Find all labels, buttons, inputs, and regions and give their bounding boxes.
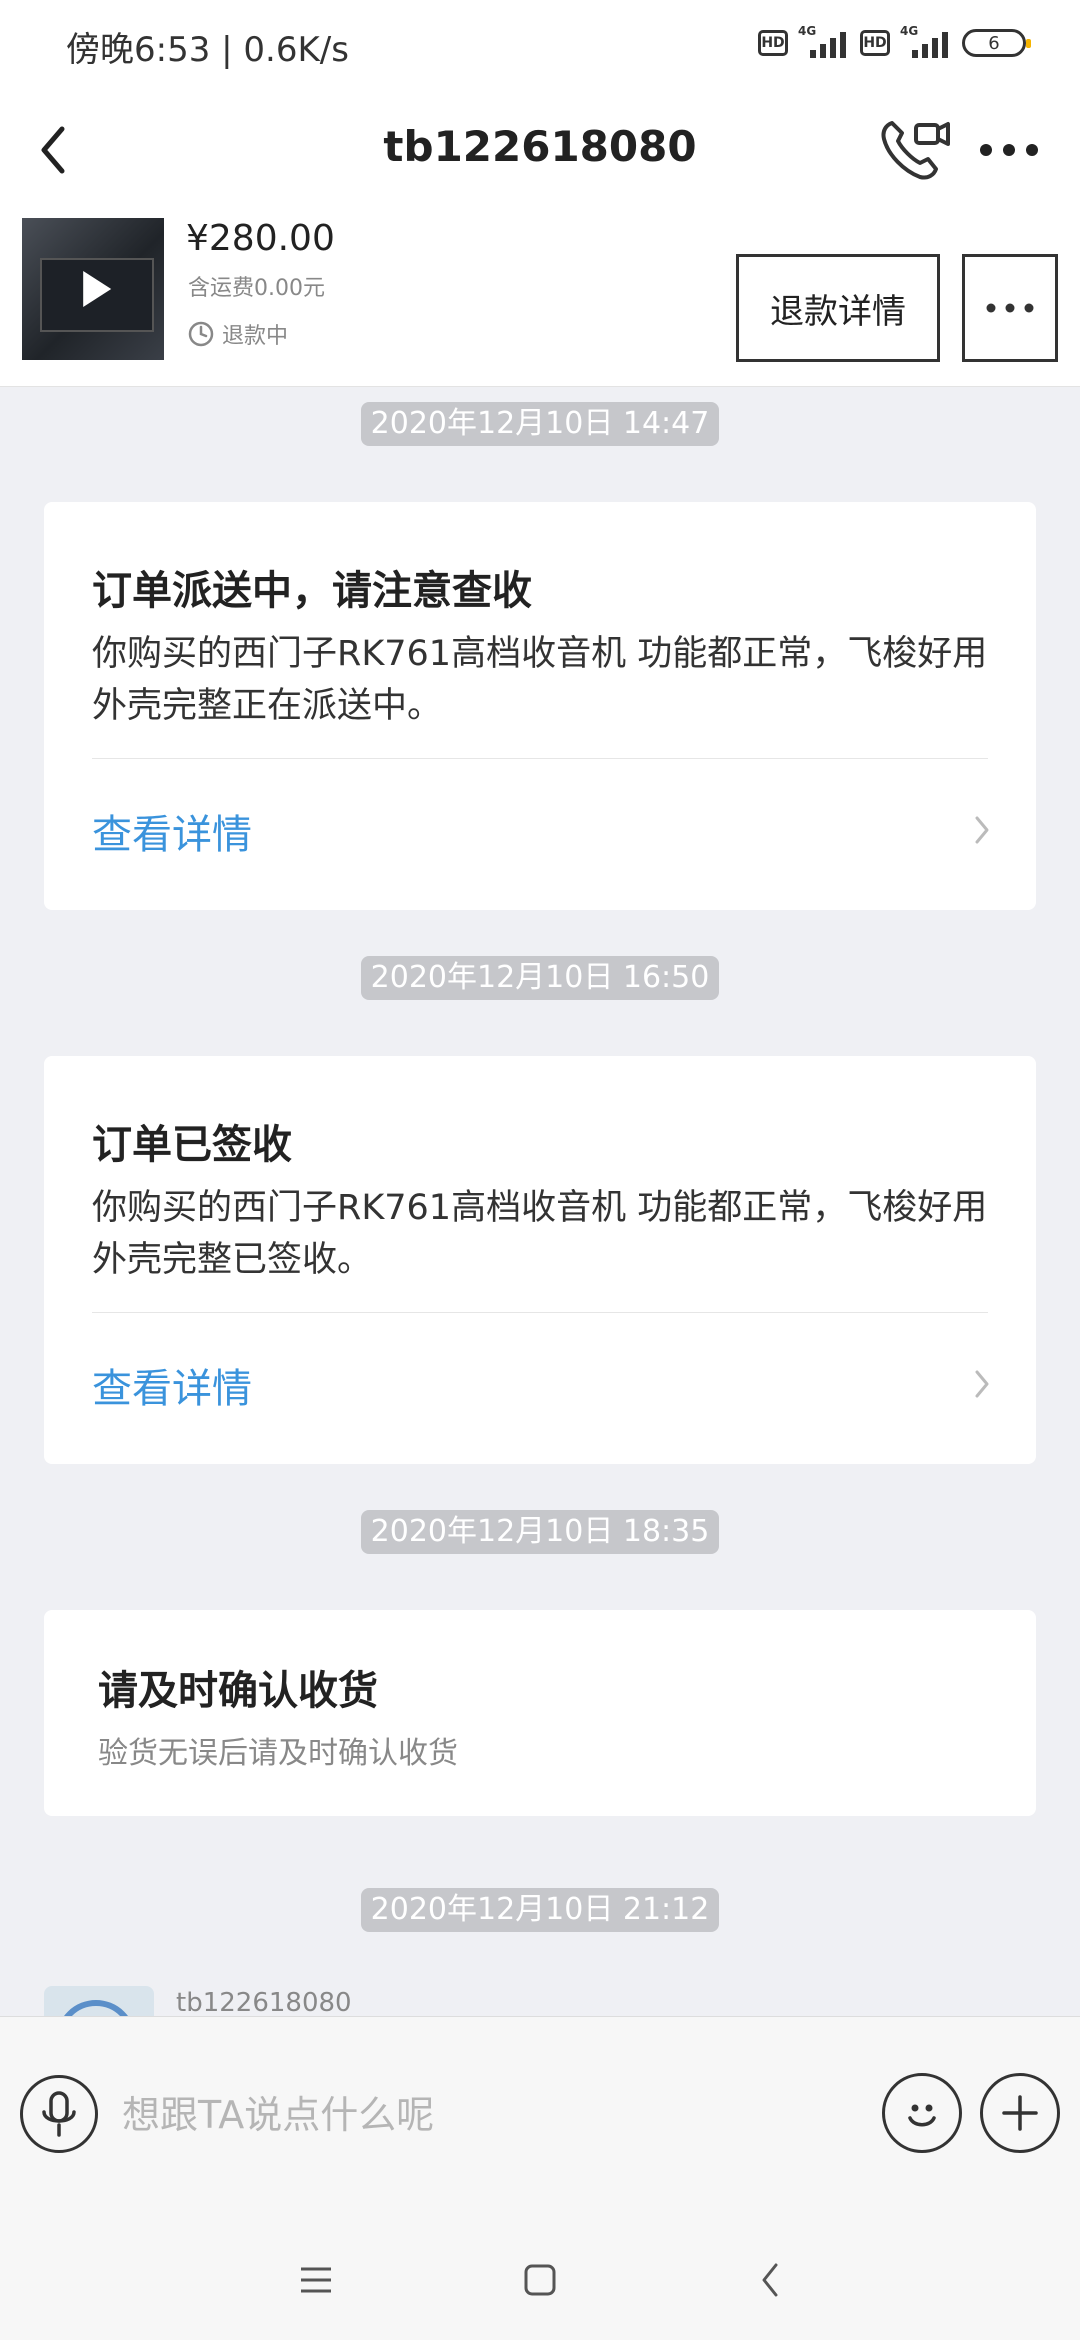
status-bar: 傍晚6:53 | 0.6K/s HD 4G HD 4G 6 <box>0 0 1080 86</box>
more-dots-icon <box>986 303 1034 313</box>
avatar[interactable] <box>44 1986 154 2016</box>
card-body: 你购买的西门子RK761高档收音机 功能都正常，飞梭好用 外壳完整正在派送中。 <box>92 634 988 726</box>
view-details-link[interactable]: 查看详情 <box>92 1356 252 1414</box>
card-body: 你购买的西门子RK761高档收音机 功能都正常，飞梭好用 外壳完整已签收。 <box>92 1188 988 1280</box>
hd-badge: HD <box>758 30 788 56</box>
order-card: 订单已签收 你购买的西门子RK761高档收音机 功能都正常，飞梭好用 外壳完整已… <box>44 1056 1036 1464</box>
signal-icon: 4G <box>900 24 952 60</box>
chevron-right-icon[interactable] <box>972 1366 992 1402</box>
card-title: 订单已签收 <box>92 1122 292 1168</box>
refund-details-button[interactable]: 退款详情 <box>736 254 940 362</box>
timestamp-text: 2020年12月10日 14:47 <box>360 402 720 446</box>
product-summary: ¥280.00 含运费0.00元 退款中 退款详情 <box>0 218 1080 387</box>
timestamp-text: 2020年12月10日 18:35 <box>360 1510 720 1554</box>
menu-icon[interactable] <box>286 2250 346 2310</box>
timestamp-text: 2020年12月10日 16:50 <box>360 956 720 1000</box>
timestamp: 2020年12月10日 18:35 <box>0 1510 1080 1554</box>
card-title: 请及时确认收货 <box>98 1668 378 1714</box>
timestamp: 2020年12月10日 21:12 <box>0 1888 1080 1932</box>
sender-name: tb122618080 <box>176 1988 352 2018</box>
order-card: 订单派送中，请注意查收 你购买的西门子RK761高档收音机 功能都正常，飞梭好用… <box>44 502 1036 910</box>
card-title: 订单派送中，请注意查收 <box>92 568 532 614</box>
battery-level: 6 <box>988 32 1000 54</box>
network-type: 4G <box>900 24 919 38</box>
more-dots-icon[interactable] <box>974 120 1044 180</box>
divider <box>92 1312 988 1313</box>
card-subtitle: 验货无误后请及时确认收货 <box>98 1736 458 1771</box>
signal-icon: 4G <box>798 24 850 60</box>
status-time: 傍晚6:53 | 0.6K/s <box>66 30 349 70</box>
hd-badge: HD <box>860 30 890 56</box>
product-video-thumbnail[interactable] <box>22 218 164 360</box>
product-price: ¥280.00 <box>186 218 335 259</box>
network-type: 4G <box>798 24 817 38</box>
refund-status: 退款中 <box>188 318 288 350</box>
back-icon[interactable] <box>740 2250 800 2310</box>
system-navigation-bar <box>0 2210 1080 2340</box>
battery-icon: 6 <box>962 29 1031 57</box>
confirm-receipt-card[interactable]: 请及时确认收货 验货无误后请及时确认收货 <box>44 1610 1036 1816</box>
chat-header: tb122618080 <box>0 86 1080 218</box>
clock-icon <box>188 321 214 347</box>
timestamp: 2020年12月10日 16:50 <box>0 956 1080 1000</box>
refund-status-text: 退款中 <box>222 324 289 349</box>
emoji-icon[interactable] <box>882 2073 962 2153</box>
view-details-link[interactable]: 查看详情 <box>92 802 252 860</box>
message-input[interactable] <box>120 2079 864 2151</box>
chevron-right-icon[interactable] <box>972 812 992 848</box>
microphone-icon[interactable] <box>20 2075 98 2153</box>
timestamp-text: 2020年12月10日 21:12 <box>360 1888 720 1932</box>
status-indicators: HD 4G HD 4G 6 <box>758 24 1031 60</box>
message-input-bar <box>0 2016 1080 2212</box>
shipping-fee: 含运费0.00元 <box>188 276 325 301</box>
phone-video-icon[interactable] <box>872 100 956 200</box>
play-icon <box>83 271 112 307</box>
product-more-button[interactable] <box>962 254 1058 362</box>
plus-icon[interactable] <box>980 2073 1060 2153</box>
home-icon[interactable] <box>510 2250 570 2310</box>
timestamp: 2020年12月10日 14:47 <box>0 402 1080 446</box>
divider <box>92 758 988 759</box>
